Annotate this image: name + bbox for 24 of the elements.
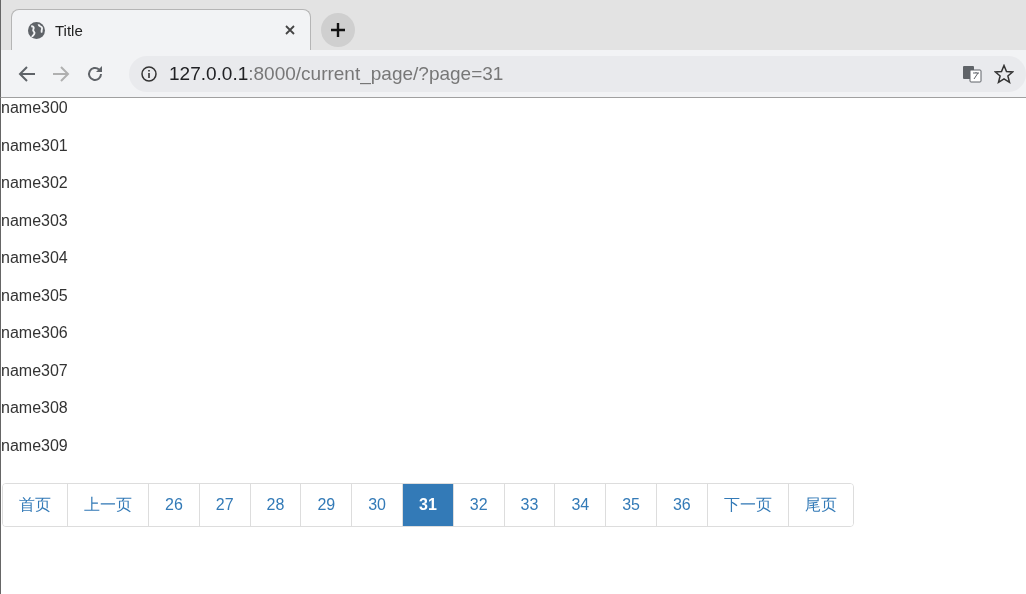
browser-tab[interactable]: Title — [11, 9, 311, 50]
name-text: name307 — [1, 361, 68, 379]
url-host: 127.0.0.1 — [169, 62, 249, 84]
tab-title: Title — [55, 21, 84, 39]
name-text: name302 — [1, 174, 68, 191]
name-text: name305 — [1, 286, 68, 304]
page-link[interactable]: 31 — [402, 484, 453, 526]
name-text: name303 — [1, 211, 68, 229]
url-path: :8000/current_page/?page=31 — [248, 62, 504, 84]
translate-icon[interactable] — [962, 63, 982, 84]
name-text: name309 — [1, 436, 68, 454]
name-text: name300 — [1, 99, 68, 116]
name-text: name304 — [1, 249, 68, 266]
star-icon[interactable] — [994, 63, 1014, 84]
name-text: name306 — [1, 324, 68, 341]
plus-icon — [330, 22, 346, 38]
name-text: name301 — [1, 136, 68, 154]
info-icon[interactable] — [141, 65, 157, 82]
new-tab-button[interactable] — [321, 13, 355, 47]
page-link[interactable]: 尾页 — [787, 484, 853, 526]
back-icon[interactable] — [17, 63, 37, 84]
address-bar[interactable]: 127.0.0.1:8000/current_page/?page=31 — [129, 55, 1026, 92]
globe-icon — [28, 21, 45, 39]
name-text: name308 — [1, 399, 68, 416]
